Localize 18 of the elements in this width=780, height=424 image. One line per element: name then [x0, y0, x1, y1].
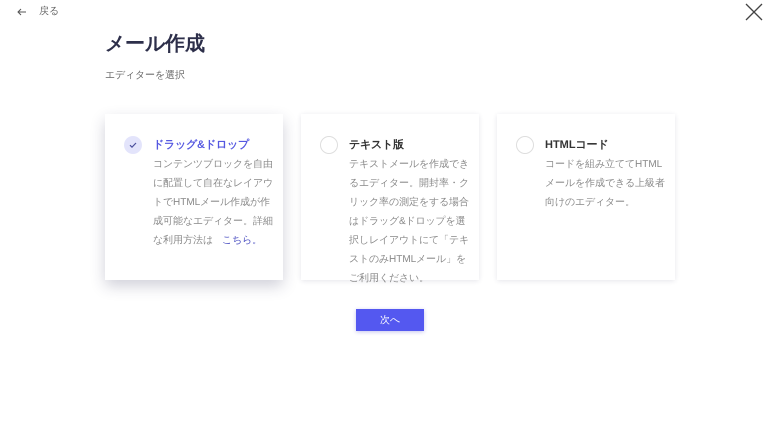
next-button[interactable]: 次へ [356, 309, 424, 331]
usage-link[interactable]: こちら。 [222, 235, 262, 246]
option-description: コードを組み立ててHTMLメールを作成できる上級者向けのエディター。 [545, 158, 666, 210]
radio-icon [516, 136, 534, 154]
page-subtitle: エディターを選択 [105, 69, 186, 83]
option-description: コンテンツブロックを自由に配置して自在なレイアウトでHTMLメール作成が作成可能なエディター。詳細な利用方法は こちら。 [153, 158, 274, 248]
option-title: テキスト版 [349, 138, 405, 153]
editor-option-card[interactable]: HTMLコード コードを組み立ててHTMLメールを作成できる上級者向けのエディター。 [497, 114, 675, 280]
close-icon[interactable] [745, 3, 763, 21]
editor-option-card[interactable]: テキスト版 テキストメールを作成できるエディター。開封率・クリック率の測定をする場合はドラッグ&ドロップを選択しレイアウトにて「テキストのみHTMLメール」をご利用ください。 [301, 114, 479, 280]
page-title: メール作成 [105, 32, 206, 57]
option-title: ドラッグ&ドロップ [153, 138, 250, 153]
radio-icon [320, 136, 338, 154]
back-link[interactable]: 戻る [39, 4, 59, 19]
check-icon [124, 136, 142, 154]
back-arrow-icon[interactable] [17, 8, 27, 16]
option-title: HTMLコード [545, 138, 610, 153]
editor-option-card[interactable]: ドラッグ&ドロップ コンテンツブロックを自由に配置して自在なレイアウトでHTMLメール作成が作成可能なエディター。詳細な利用方法は こちら。 [105, 114, 283, 280]
